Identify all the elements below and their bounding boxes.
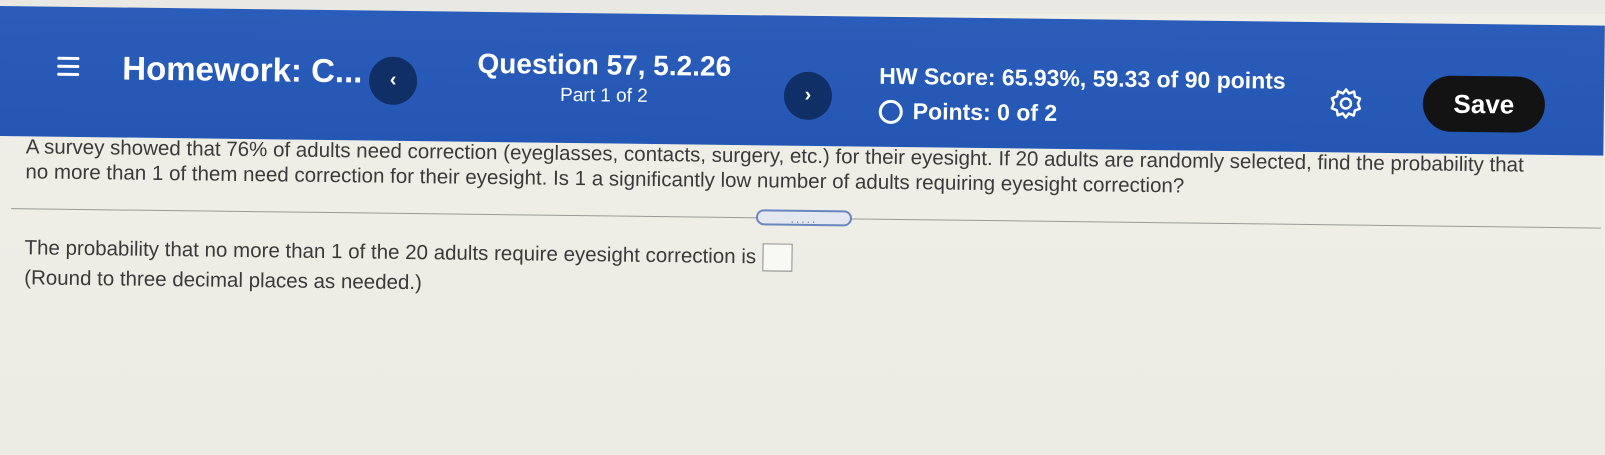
homework-title[interactable]: Homework: C... [122, 49, 363, 90]
question-content: A survey showed that 76% of adults need … [0, 130, 1605, 455]
question-title: Question 57, 5.2.26 [477, 47, 732, 82]
page: Homework: C... ‹ Question 57, 5.2.26 Par… [0, 0, 1605, 455]
question-info: Question 57, 5.2.26 Part 1 of 2 [469, 48, 740, 109]
score-info: HW Score: 65.93%, 59.33 of 90 points Poi… [878, 62, 1286, 130]
points-text: Points: 0 of 2 [912, 98, 1058, 126]
points-status: Points: 0 of 2 [878, 98, 1286, 130]
answer-line: The probability that no more than 1 of t… [24, 234, 793, 272]
chevron-left-icon: ‹ [389, 68, 397, 91]
rounding-note: (Round to three decimal places as needed… [24, 266, 423, 295]
save-button[interactable]: Save [1422, 75, 1546, 133]
next-question-button[interactable]: › [783, 71, 833, 121]
answer-input[interactable] [761, 243, 793, 272]
previous-question-button[interactable]: ‹ [368, 56, 418, 106]
hw-score: HW Score: 65.93%, 59.33 of 90 points [879, 62, 1286, 94]
expand-handle[interactable]: ..... [755, 209, 853, 227]
answer-prompt: The probability that no more than 1 of t… [24, 236, 757, 269]
gear-icon[interactable] [1329, 86, 1363, 120]
question-part: Part 1 of 2 [559, 84, 648, 107]
circle-icon [878, 99, 903, 124]
chevron-right-icon: › [804, 83, 812, 106]
menu-icon[interactable] [57, 56, 80, 76]
